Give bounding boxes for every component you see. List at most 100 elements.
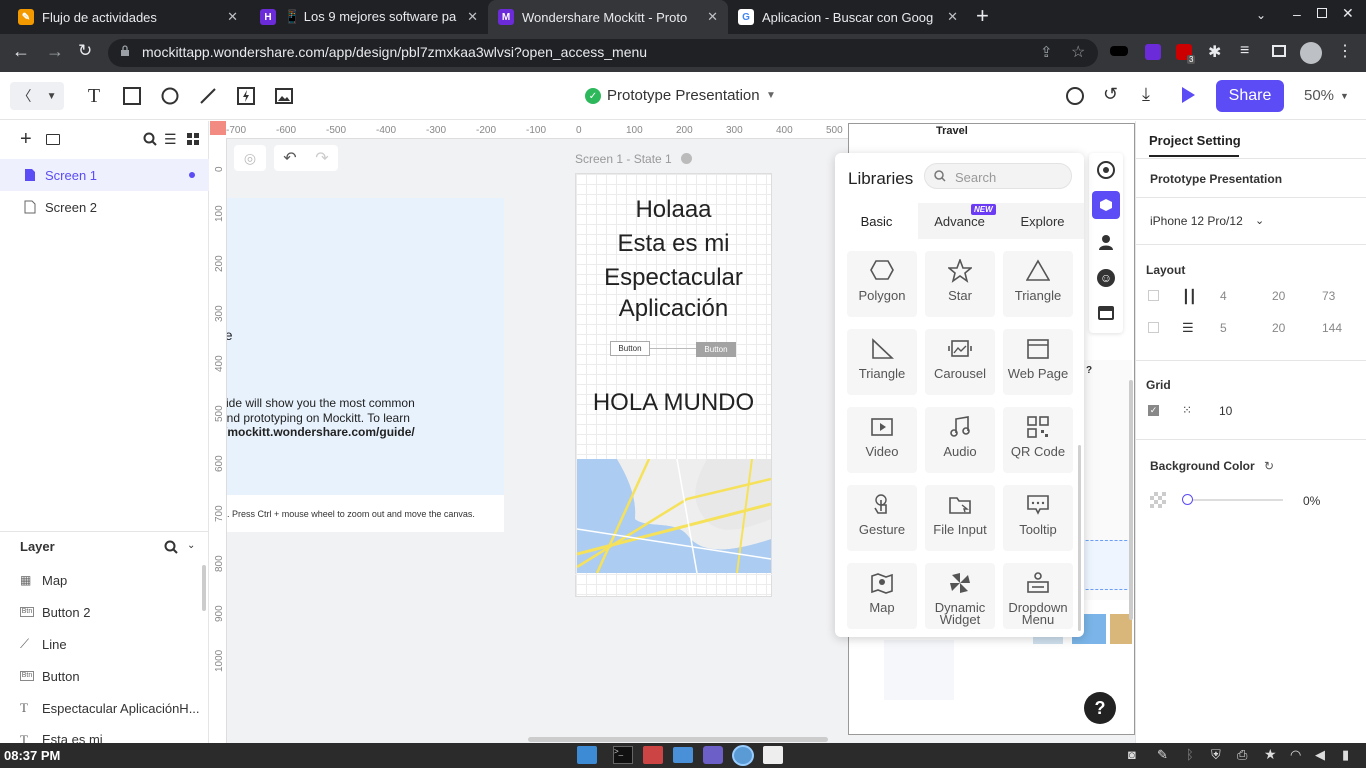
screen-item-1[interactable]: Screen 1: [0, 159, 209, 191]
profile-avatar[interactable]: [1300, 42, 1322, 64]
bluetooth-icon[interactable]: ᛒ: [1186, 747, 1194, 762]
canvas-h-scrollbar[interactable]: [528, 737, 828, 742]
close-icon[interactable]: ✕: [707, 9, 718, 25]
reset-icon[interactable]: ↻: [1264, 459, 1274, 473]
new-tab-button[interactable]: +: [976, 5, 998, 29]
extension-purple-icon[interactable]: [1145, 44, 1161, 60]
opacity-slider-handle[interactable]: [1182, 494, 1193, 505]
layer-item-line[interactable]: ⟋ Line: [0, 628, 204, 660]
phone-button-1[interactable]: Button: [610, 341, 650, 356]
play-icon[interactable]: [1180, 86, 1196, 104]
camera-icon[interactable]: ◙: [1128, 747, 1136, 762]
screen-item-2[interactable]: Screen 2: [0, 191, 209, 223]
url-text[interactable]: mockittapp.wondershare.com/app/design/pb…: [142, 44, 647, 60]
layout-rows-checkbox[interactable]: [1148, 322, 1159, 333]
chevron-down-icon[interactable]: ▼: [1340, 91, 1349, 101]
component-cube-icon[interactable]: [1092, 191, 1120, 219]
library-item-star[interactable]: Star: [925, 251, 995, 317]
library-item-video[interactable]: Video: [847, 407, 917, 473]
project-name[interactable]: Prototype Presentation: [1150, 172, 1282, 186]
canvas-v-scrollbar[interactable]: [1129, 380, 1133, 620]
user-circle-icon[interactable]: [1066, 87, 1084, 105]
template-icon[interactable]: [1098, 306, 1114, 320]
settings-dot-icon[interactable]: [681, 153, 692, 164]
battery-icon[interactable]: ▮: [1342, 747, 1349, 763]
share-button[interactable]: Share: [1216, 80, 1284, 112]
media-icon[interactable]: ≡: [1240, 42, 1249, 60]
tab-google[interactable]: G Aplicacion - Buscar con Goog ✕: [728, 0, 968, 34]
chevron-down-icon[interactable]: ⌄: [1255, 214, 1264, 227]
layer-scrollbar[interactable]: [202, 565, 206, 611]
history-icon[interactable]: ↺: [1103, 84, 1118, 105]
bookmark-star-icon[interactable]: ☆: [1071, 42, 1085, 62]
grid-checkbox[interactable]: ✓: [1148, 405, 1159, 416]
back-nav-button[interactable]: 〈 ▼: [10, 82, 64, 110]
back-icon[interactable]: ←: [12, 42, 30, 60]
project-setting-tab[interactable]: Project Setting: [1149, 133, 1241, 148]
ellipse-tool-icon[interactable]: [158, 84, 182, 108]
flash-tool-icon[interactable]: [234, 84, 258, 108]
tab-software[interactable]: H 📱 Los 9 mejores software pa ✕: [250, 0, 488, 34]
extension-icon[interactable]: [1110, 46, 1128, 56]
library-item-audio[interactable]: Audio: [925, 407, 995, 473]
files-icon[interactable]: [673, 747, 693, 763]
forward-icon[interactable]: →: [46, 42, 64, 60]
chevron-down-icon[interactable]: ⌄: [187, 540, 195, 551]
transparent-swatch[interactable]: [1150, 492, 1166, 508]
wifi-icon[interactable]: ◠: [1290, 747, 1301, 763]
chevron-down-icon[interactable]: ▼: [766, 90, 776, 101]
undo-icon[interactable]: ↶: [283, 148, 296, 168]
library-item-dropdown-menu[interactable]: Dropdown Menu: [1003, 563, 1073, 629]
help-button[interactable]: ?: [1084, 692, 1116, 724]
library-search-input[interactable]: [924, 163, 1072, 189]
desktop-icon[interactable]: [577, 746, 597, 764]
opacity-value[interactable]: 0%: [1303, 494, 1320, 508]
volume-icon[interactable]: ◀: [1315, 747, 1325, 763]
terminal-icon[interactable]: >_: [613, 746, 633, 764]
notes-icon[interactable]: [763, 746, 783, 764]
line-tool-icon[interactable]: [196, 84, 220, 108]
library-scrollbar[interactable]: [1078, 445, 1081, 631]
tab-mockitt[interactable]: M Wondershare Mockitt - Proto ✕: [488, 0, 728, 34]
tab-explore[interactable]: Explore: [1001, 203, 1084, 239]
layer-item-button[interactable]: Btn Button: [0, 660, 204, 692]
layer-item-text-2[interactable]: T Esta es mi: [0, 724, 204, 743]
opacity-slider-track[interactable]: [1191, 499, 1283, 501]
layer-item-map[interactable]: ▦ Map: [0, 564, 204, 596]
tab-flujo[interactable]: ✎ Flujo de actividades ✕: [8, 0, 248, 34]
share-url-icon[interactable]: ⇪: [1040, 43, 1053, 61]
folder-icon[interactable]: [46, 134, 60, 145]
tab-basic[interactable]: Basic: [835, 203, 918, 239]
grid-value[interactable]: 10: [1219, 404, 1232, 418]
printer-icon[interactable]: ⎙: [1237, 747, 1247, 763]
layer-item-text[interactable]: T Espectacular AplicaciónH...: [0, 692, 204, 724]
library-item-triangle[interactable]: Triangle: [1003, 251, 1073, 317]
close-icon[interactable]: ✕: [947, 9, 958, 25]
layout-value[interactable]: 20: [1272, 289, 1285, 303]
library-item-dynamic-widget[interactable]: Dynamic Widget: [925, 563, 995, 629]
layout-value[interactable]: 144: [1322, 321, 1342, 335]
close-window-icon[interactable]: ✕: [1342, 5, 1354, 22]
puzzle-icon[interactable]: ✱: [1208, 42, 1221, 62]
layout-value[interactable]: 4: [1220, 289, 1227, 303]
library-item-map[interactable]: Map: [847, 563, 917, 629]
person-icon[interactable]: [1098, 234, 1114, 250]
emoji-icon[interactable]: ☺: [1097, 269, 1115, 287]
menu-dots-icon[interactable]: ⋮: [1337, 41, 1353, 61]
library-item-file-input[interactable]: File Input: [925, 485, 995, 551]
search-icon[interactable]: [164, 540, 178, 554]
layer-item-button2[interactable]: Btn Button 2: [0, 596, 204, 628]
phone-button-2[interactable]: Button: [696, 342, 736, 357]
library-item-polygon[interactable]: Polygon: [847, 251, 917, 317]
text-tool-icon[interactable]: T: [82, 84, 106, 108]
calculator-icon[interactable]: [643, 746, 663, 764]
hola-mundo-text[interactable]: HOLA MUNDO: [575, 389, 772, 417]
shield-icon[interactable]: ⛨: [1211, 747, 1221, 763]
close-icon[interactable]: ✕: [467, 9, 478, 25]
zoom-level[interactable]: 50%: [1304, 87, 1334, 104]
side-panel-icon[interactable]: [1272, 45, 1286, 57]
search-icon[interactable]: [143, 132, 157, 146]
minimize-icon[interactable]: –: [1293, 6, 1301, 22]
target-icon[interactable]: ◎: [234, 145, 266, 171]
grid-view-icon[interactable]: [187, 133, 199, 145]
